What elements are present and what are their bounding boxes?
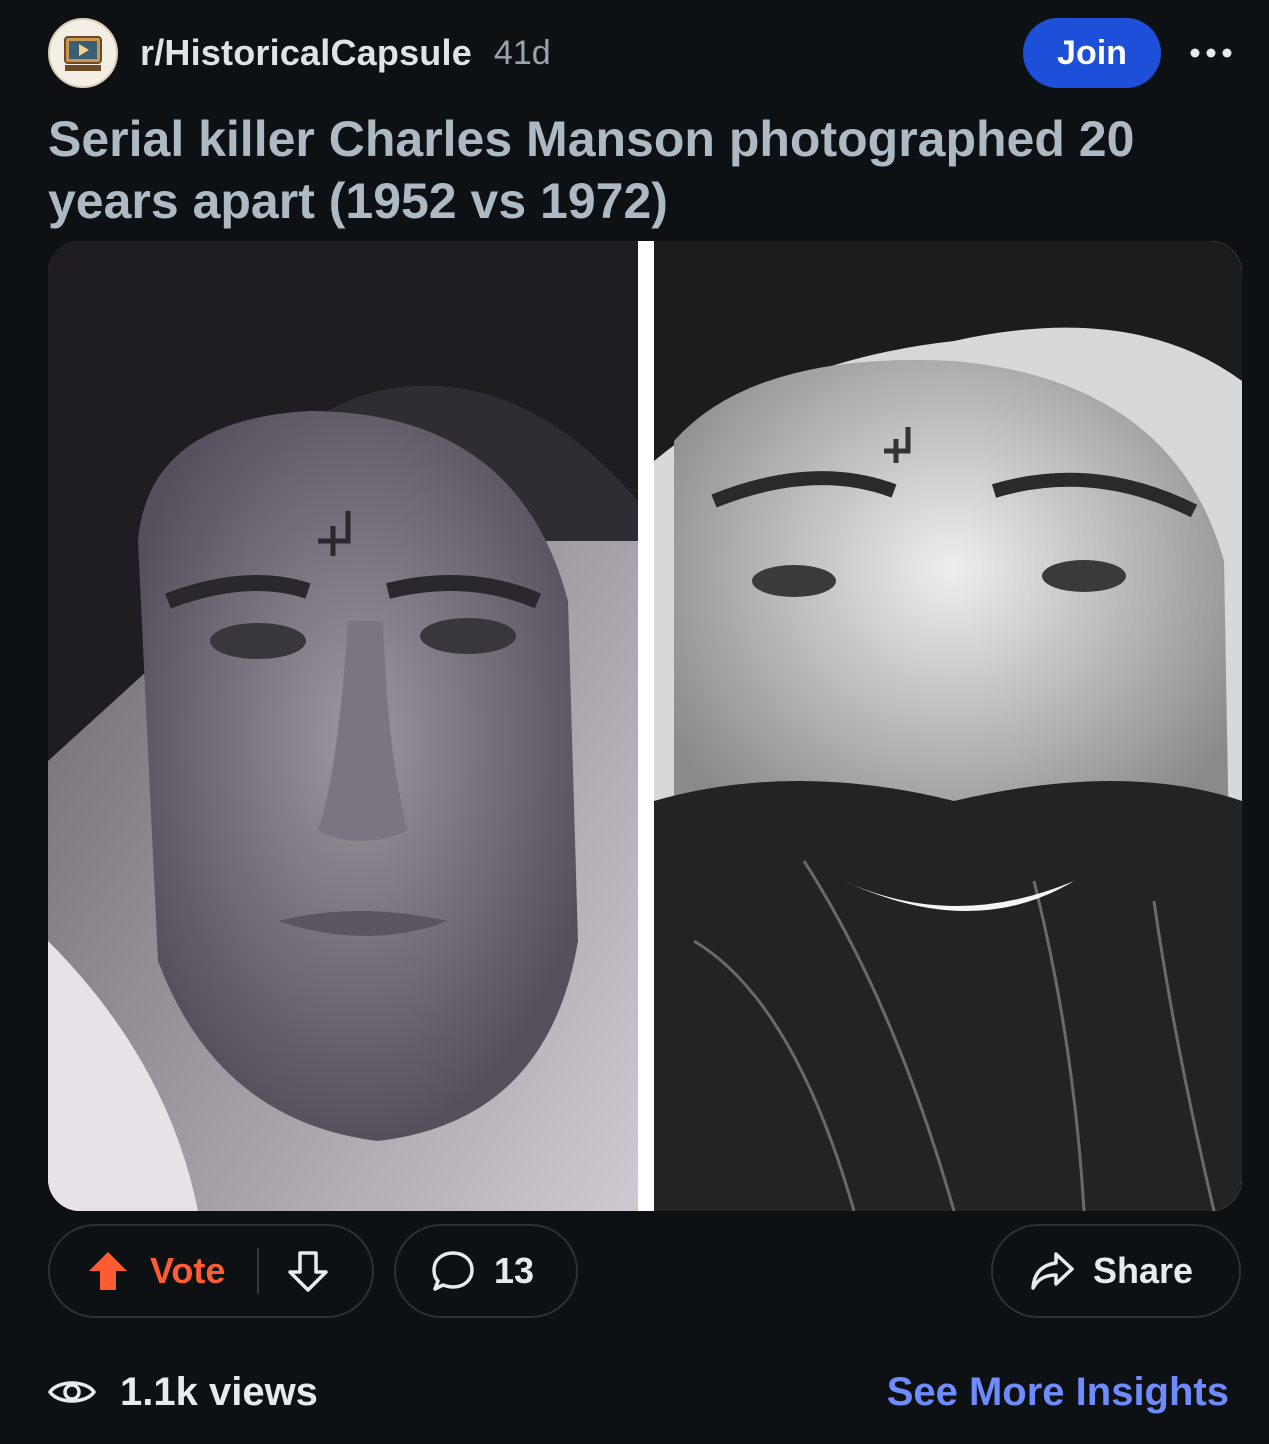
photo-1952: [48, 241, 638, 1211]
share-label: Share: [1093, 1250, 1194, 1291]
post-media[interactable]: [48, 241, 1242, 1211]
post-footer: 1.1k views See More Insights: [48, 1360, 1229, 1424]
subreddit-avatar[interactable]: [48, 18, 118, 88]
share-arrow-icon: [1029, 1248, 1075, 1294]
join-button[interactable]: Join: [1023, 18, 1161, 88]
more-options-button[interactable]: [1181, 23, 1241, 83]
comment-bubble-icon: [430, 1248, 476, 1294]
post-age: 41d: [493, 33, 551, 72]
film-camera-icon: [64, 36, 102, 71]
post-title[interactable]: Serial killer Charles Manson photographe…: [48, 108, 1198, 232]
share-button[interactable]: Share: [991, 1224, 1241, 1318]
eye-icon: [48, 1368, 96, 1416]
photo-1972: [654, 241, 1242, 1211]
comments-button[interactable]: 13: [394, 1224, 578, 1318]
subreddit-name[interactable]: r/HistoricalCapsule: [140, 32, 472, 74]
post-header: r/HistoricalCapsule 41d Join: [48, 17, 1241, 89]
upvote-arrow-icon[interactable]: [86, 1249, 130, 1293]
vote-label: Vote: [150, 1250, 226, 1291]
ellipsis-icon: [1190, 48, 1232, 58]
post-action-bar: Vote 13 Share: [48, 1224, 1241, 1318]
comment-count: 13: [494, 1250, 535, 1291]
vote-divider: [257, 1248, 260, 1294]
downvote-arrow-icon[interactable]: [285, 1248, 331, 1294]
views-count: 1.1k views: [120, 1369, 318, 1414]
vote-control: Vote: [48, 1224, 374, 1318]
see-more-insights-link[interactable]: See More Insights: [887, 1370, 1229, 1415]
